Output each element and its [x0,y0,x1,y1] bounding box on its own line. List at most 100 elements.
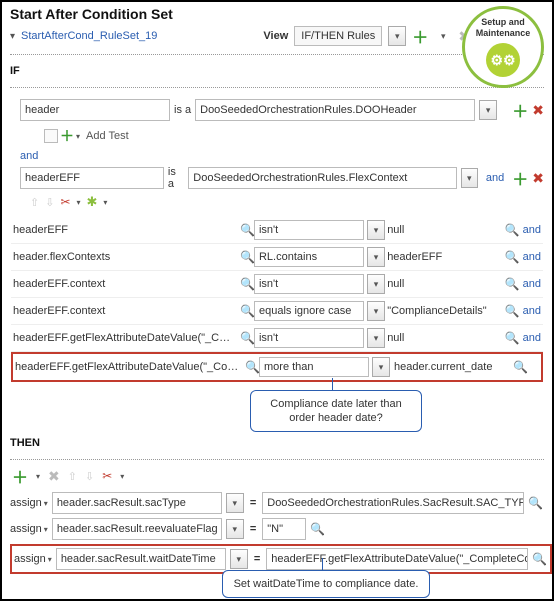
search-icon[interactable]: 🔍 [240,304,254,318]
assign-type-dd[interactable]: ▾ [44,499,48,508]
val-search-icon[interactable]: 🔍 [505,277,519,291]
search-icon[interactable]: 🔍 [245,360,259,374]
if-cond2-right[interactable]: DooSeededOrchestrationRules.FlexContext [188,167,456,189]
assign-value[interactable]: headerEFF.getFlexAttributeDateValue("_Co… [266,548,528,570]
val-search-icon[interactable]: 🔍 [505,331,519,345]
settings-icon[interactable]: ✱ [87,194,98,210]
if-cond2-left[interactable]: headerEFF [20,167,164,189]
assign-field[interactable]: header.sacResult.sacType [52,492,222,514]
cond-val[interactable]: null [387,224,500,236]
badge-line2: Maintenance [465,28,541,39]
if-cond1-left[interactable]: header [20,99,170,121]
equals: = [250,497,256,509]
op-dd[interactable]: ▾ [372,357,390,377]
cut-icon[interactable]: ✂ [60,195,70,209]
add-test-plus[interactable]: ＋ [60,126,74,146]
cond-row-5-highlighted: headerEFF.getFlexAttributeDateValue("_Co… [11,352,543,382]
assign-value[interactable]: DooSeededOrchestrationRules.SacResult.SA… [262,492,524,514]
copy-icon[interactable] [44,129,58,143]
add-test-dropdown[interactable]: ▾ [76,132,80,141]
assign-label[interactable]: assign [10,523,42,535]
cond2-add-button[interactable]: ＋ [512,166,528,190]
settings-dd[interactable]: ▾ [103,198,107,207]
cond-row-3: headerEFF.context 🔍 equals ignore case▾ … [11,298,543,325]
add-rule-dropdown[interactable]: ▾ [434,26,452,46]
if-cond1-right[interactable]: DooSeededOrchestrationRules.DOOHeader [195,99,475,121]
cond-left[interactable]: headerEFF.getFlexAttributeDateValue("_Co… [13,332,240,344]
then-cut-icon[interactable]: ✂ [102,469,112,483]
search-icon[interactable]: 🔍 [240,277,254,291]
trail-and[interactable]: and [523,251,541,263]
cond-val[interactable]: "ComplianceDetails" [387,305,500,317]
trail-and[interactable]: and [523,332,541,344]
assign-search-icon[interactable]: 🔍 [532,552,546,566]
cond-left[interactable]: headerEFF [13,224,240,236]
then-add-dd[interactable]: ▾ [36,472,40,481]
op-dd[interactable]: ▾ [367,328,385,348]
trail-and[interactable]: and [523,278,541,290]
is-a-label: is a [174,104,191,116]
assign-label[interactable]: assign [14,553,46,565]
cond-op[interactable]: more than [259,357,369,377]
op-dd[interactable]: ▾ [367,247,385,267]
cond-op[interactable]: isn't [254,220,364,240]
move-up-icon[interactable]: ⇧ [30,196,39,209]
val-search-icon[interactable]: 🔍 [505,304,519,318]
cond2-type-dropdown[interactable]: ▾ [461,168,478,188]
callout-line2: order header date? [261,411,411,425]
cond1-delete-button[interactable]: ✖ [532,102,544,119]
search-icon[interactable]: 🔍 [240,250,254,264]
assign-search-icon[interactable]: 🔍 [310,522,324,536]
add-rule-button[interactable]: ＋ [412,24,428,48]
collapse-icon[interactable]: ▾ [10,31,15,42]
ruleset-link[interactable]: StartAfterCond_RuleSet_19 [21,30,157,42]
cond1-add-button[interactable]: ＋ [512,98,528,122]
then-add-button[interactable]: ＋ [12,464,28,488]
equals: = [250,523,256,535]
assign-value[interactable]: "N" [262,518,306,540]
cond-op[interactable]: isn't [254,328,364,348]
op-dd[interactable]: ▾ [367,274,385,294]
cond-op[interactable]: equals ignore case [254,301,364,321]
cond-val[interactable]: null [387,332,500,344]
cond2-delete-button[interactable]: ✖ [532,170,544,187]
then-down[interactable]: ⇩ [85,470,94,483]
and-label-1: and [20,150,38,162]
op-dd[interactable]: ▾ [367,220,385,240]
assign-field-dd[interactable]: ▾ [226,519,244,539]
cond-op[interactable]: RL.contains [254,247,364,267]
val-search-icon[interactable]: 🔍 [513,360,527,374]
cond-val[interactable]: header.current_date [394,361,509,373]
then-cut-dd[interactable]: ▾ [120,472,124,481]
cond-left[interactable]: headerEFF.context [13,305,240,317]
and-label-2: and [486,172,504,184]
trail-and[interactable]: and [523,224,541,236]
cond-op[interactable]: isn't [254,274,364,294]
assign-field[interactable]: header.sacResult.reevaluateFlag [52,518,222,540]
cond-left[interactable]: headerEFF.context [13,278,240,290]
cond-left[interactable]: headerEFF.getFlexAttributeDateValue("_Co… [15,361,245,373]
assign-field-dd[interactable]: ▾ [226,493,244,513]
callout-then-text: Set waitDateTime to compliance date. [234,578,419,590]
then-up[interactable]: ⇧ [68,470,77,483]
op-dd[interactable]: ▾ [367,301,385,321]
assign-field-dd[interactable]: ▾ [230,549,248,569]
cond-val[interactable]: null [387,278,500,290]
assign-search-icon[interactable]: 🔍 [528,496,542,510]
move-down-icon[interactable]: ⇩ [45,196,54,209]
search-icon[interactable]: 🔍 [240,223,254,237]
cut-dd[interactable]: ▾ [77,198,81,207]
assign-type-dd[interactable]: ▾ [44,525,48,534]
cond-left[interactable]: header.flexContexts [13,251,240,263]
view-dropdown[interactable]: ▾ [388,26,406,46]
search-icon[interactable]: 🔍 [240,331,254,345]
assign-type-dd[interactable]: ▾ [48,555,52,564]
assign-field[interactable]: header.sacResult.waitDateTime [56,548,226,570]
cond-val[interactable]: headerEFF [387,251,500,263]
trail-and[interactable]: and [523,305,541,317]
cond1-type-dropdown[interactable]: ▾ [479,100,497,120]
assign-label[interactable]: assign [10,497,42,509]
val-search-icon[interactable]: 🔍 [505,223,519,237]
val-search-icon[interactable]: 🔍 [505,250,519,264]
then-delete-button[interactable]: ✖ [48,468,60,485]
